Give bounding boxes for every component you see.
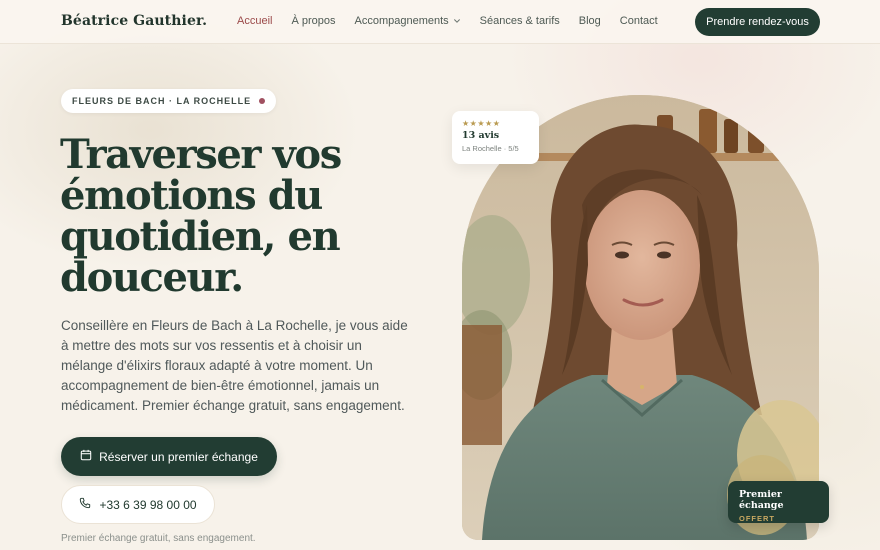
- rating-stars: ★★★★★: [462, 119, 501, 128]
- nav-item-accompagnements[interactable]: Accompagnements: [355, 15, 461, 27]
- category-badge-label: FLEURS DE BACH · LA ROCHELLE: [72, 96, 252, 106]
- review-location: La Rochelle · 5/5: [462, 144, 519, 153]
- nav-item-accueil[interactable]: Accueil: [237, 15, 272, 27]
- phone-icon: [79, 497, 91, 512]
- review-count: 13 avis: [462, 130, 500, 141]
- offer-subtitle: OFFERT: [739, 514, 775, 523]
- category-badge: FLEURS DE BACH · LA ROCHELLE: [61, 89, 277, 113]
- reserve-button-label: Réserver un premier échange: [99, 449, 258, 464]
- nav-item-a-propos[interactable]: À propos: [291, 15, 335, 27]
- review-card: ★★★★★ 13 avis La Rochelle · 5/5: [452, 111, 539, 164]
- offer-card: Premier échange OFFERT: [728, 481, 829, 523]
- calendar-icon: [80, 449, 92, 464]
- site-logo[interactable]: Béatrice Gauthier.: [61, 13, 207, 29]
- nav-item-accompagnements-label: Accompagnements: [354, 15, 449, 27]
- hero-note: Premier échange gratuit, sans engagement…: [61, 533, 256, 544]
- main-nav: Accueil À propos Accompagnements Séances…: [237, 15, 677, 27]
- hero-headline: Traverser vos émotions du quotidien, en …: [60, 131, 342, 301]
- nav-item-contact[interactable]: Contact: [620, 15, 658, 27]
- phone-button[interactable]: +33 6 39 98 00 00: [61, 485, 215, 524]
- chevron-down-icon: [453, 17, 461, 25]
- site-header: Béatrice Gauthier. Accueil À propos Acco…: [0, 0, 880, 44]
- offer-title: Premier échange: [739, 489, 784, 511]
- book-appointment-button[interactable]: Prendre rendez-vous: [695, 8, 820, 36]
- phone-number: +33 6 39 98 00 00: [99, 497, 197, 512]
- badge-dot: [259, 98, 266, 104]
- hero-description: Conseillère en Fleurs de Bach à La Roche…: [61, 318, 408, 413]
- reserve-first-exchange-button[interactable]: Réserver un premier échange: [61, 437, 277, 476]
- nav-item-seances-tarifs[interactable]: Séances & tarifs: [480, 15, 560, 27]
- nav-item-blog[interactable]: Blog: [579, 15, 601, 27]
